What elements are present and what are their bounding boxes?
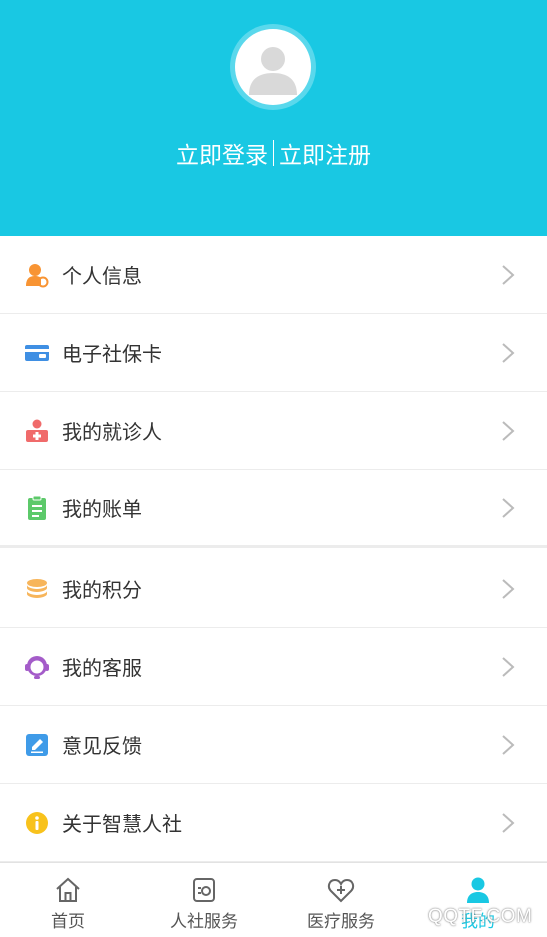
info-icon <box>24 810 50 836</box>
menu-item-my-patients[interactable]: 我的就诊人 <box>0 392 547 470</box>
tab-label: 人社服务 <box>170 912 238 932</box>
login-link[interactable]: 立即登录 <box>176 136 268 170</box>
medical-service-icon <box>326 876 356 904</box>
bill-clipboard-icon <box>24 495 50 521</box>
customer-service-icon <box>24 654 50 680</box>
tab-social-service[interactable]: 人社服务 <box>136 863 272 937</box>
menu-item-label: 我的就诊人 <box>62 420 162 444</box>
menu-item-about[interactable]: 关于智慧人社 <box>0 784 547 862</box>
tab-label: 医疗服务 <box>307 912 375 932</box>
auth-divider <box>273 140 274 166</box>
chevron-right-icon <box>501 578 515 600</box>
profile-header: 立即登录 立即注册 <box>0 0 547 236</box>
home-icon <box>53 876 83 904</box>
tab-medical-service[interactable]: 医疗服务 <box>273 863 409 937</box>
watermark: QQTF.COM <box>428 906 533 927</box>
user-icon <box>463 876 493 904</box>
menu-item-label: 电子社保卡 <box>62 342 162 366</box>
points-coins-icon <box>24 576 50 602</box>
tab-home[interactable]: 首页 <box>0 863 136 937</box>
avatar[interactable] <box>235 29 311 105</box>
menu-item-personal-info[interactable]: 个人信息 <box>0 236 547 314</box>
person-info-icon <box>24 262 50 288</box>
menu-item-my-bills[interactable]: 我的账单 <box>0 470 547 548</box>
tab-label: 首页 <box>51 912 85 932</box>
chevron-right-icon <box>501 812 515 834</box>
menu-item-label: 我的积分 <box>62 578 142 602</box>
register-link[interactable]: 立即注册 <box>279 136 371 170</box>
menu-item-social-security-card[interactable]: 电子社保卡 <box>0 314 547 392</box>
menu-item-label: 意见反馈 <box>62 734 142 758</box>
menu-item-label: 关于智慧人社 <box>62 812 182 836</box>
chevron-right-icon <box>501 342 515 364</box>
chevron-right-icon <box>501 497 515 519</box>
avatar-ring[interactable] <box>230 24 316 110</box>
menu-item-label: 我的客服 <box>62 656 142 680</box>
social-security-card-icon <box>24 340 50 366</box>
chevron-right-icon <box>501 734 515 756</box>
profile-page: 立即登录 立即注册 个人信息 电子社保卡 我的就诊人 我的账单 我的积分 我的客… <box>0 0 547 937</box>
menu-item-label: 我的账单 <box>62 497 142 521</box>
social-service-icon <box>189 876 219 904</box>
menu-item-label: 个人信息 <box>62 264 142 288</box>
menu-list: 个人信息 电子社保卡 我的就诊人 我的账单 我的积分 我的客服 意见反馈 关于智… <box>0 236 547 862</box>
default-avatar-icon <box>249 47 297 95</box>
menu-item-customer-service[interactable]: 我的客服 <box>0 628 547 706</box>
chevron-right-icon <box>501 656 515 678</box>
patient-icon <box>24 418 50 444</box>
auth-links: 立即登录 立即注册 <box>0 136 547 170</box>
feedback-edit-icon <box>24 732 50 758</box>
menu-item-feedback[interactable]: 意见反馈 <box>0 706 547 784</box>
menu-item-my-points[interactable]: 我的积分 <box>0 550 547 628</box>
chevron-right-icon <box>501 264 515 286</box>
chevron-right-icon <box>501 420 515 442</box>
